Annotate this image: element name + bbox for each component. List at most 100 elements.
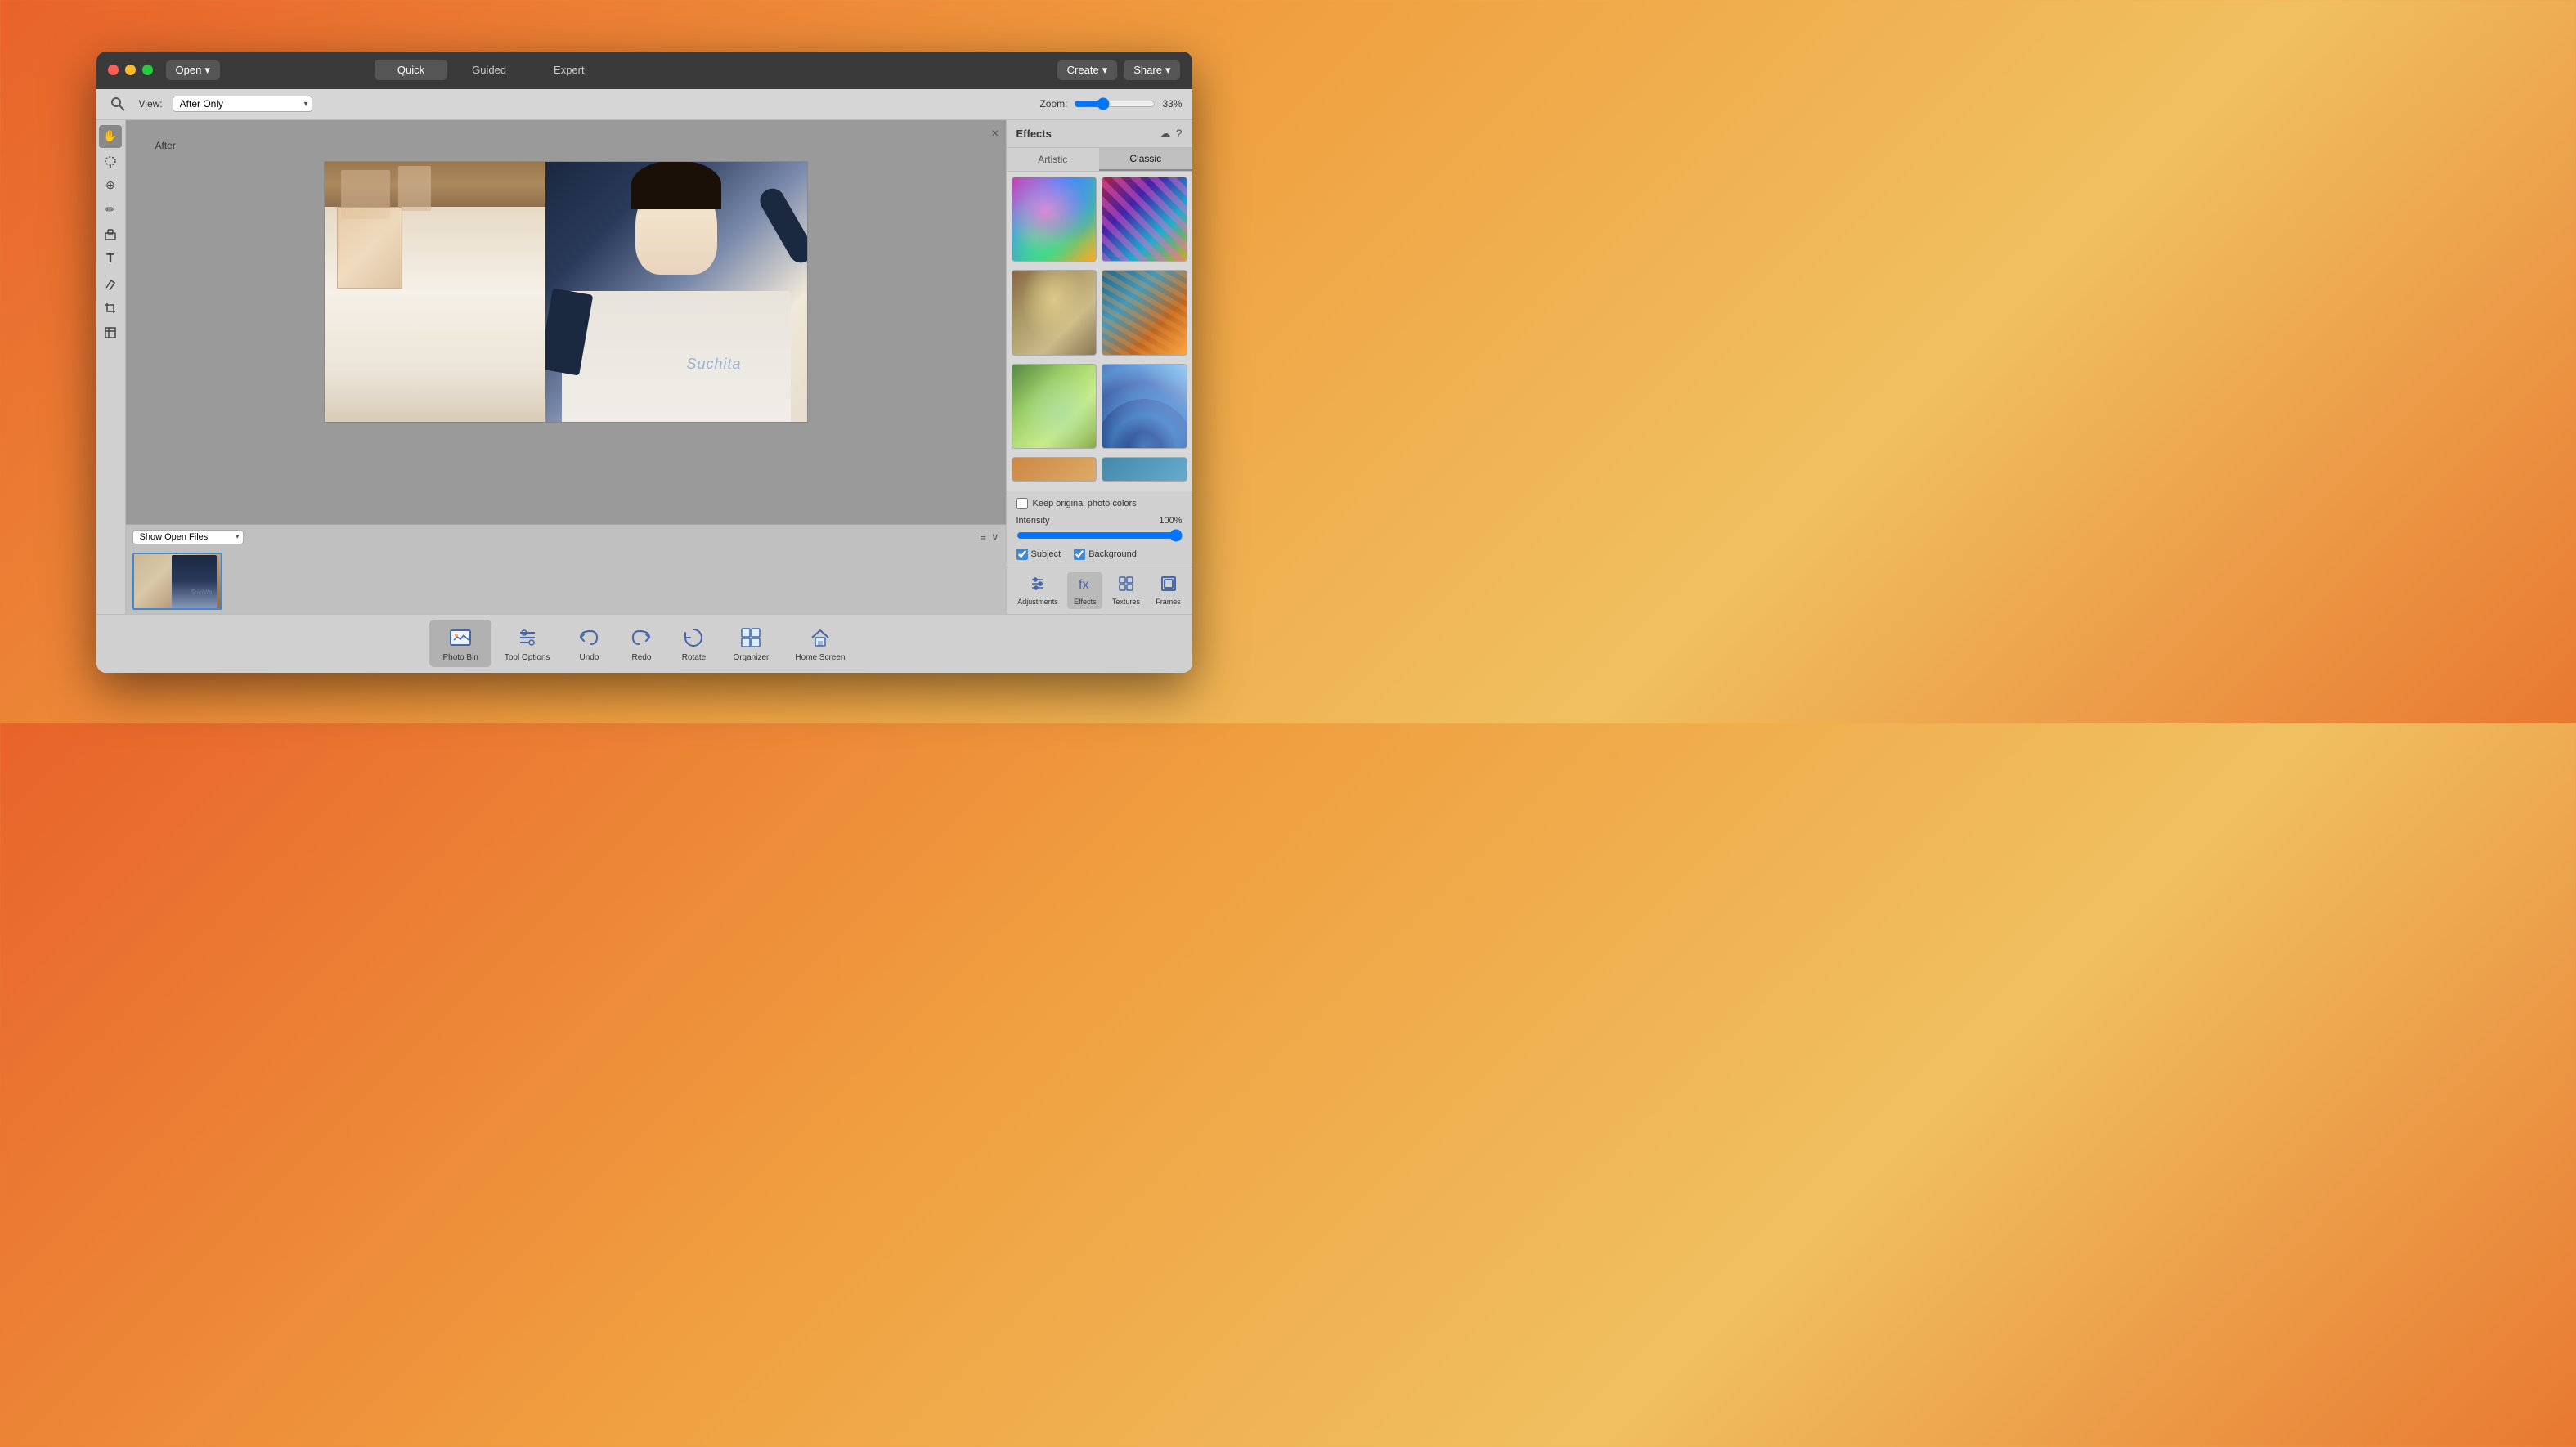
- style-tabs: Artistic Classic: [1007, 148, 1192, 172]
- title-bar-tabs: Quick Guided Expert: [375, 60, 608, 80]
- bottom-tool-organizer[interactable]: Organizer: [720, 620, 782, 667]
- tool-options-icon: [514, 625, 541, 651]
- canvas-close-button[interactable]: ×: [991, 127, 999, 141]
- effect-item-1[interactable]: [1012, 177, 1097, 262]
- effect-item-5[interactable]: [1012, 364, 1097, 450]
- after-label: After: [155, 140, 176, 151]
- filmstrip-select-wrap: Show Open Files Show Organizer Files: [132, 530, 244, 544]
- keep-colors-label: Keep original photo colors: [1033, 499, 1137, 508]
- eraser-tool[interactable]: [99, 272, 122, 295]
- zoom-label: Zoom:: [1039, 98, 1067, 110]
- effect-item-2[interactable]: [1102, 177, 1187, 262]
- effect-item-8[interactable]: [1102, 457, 1187, 482]
- effects-grid: [1007, 172, 1192, 491]
- effects-icon: fx: [1077, 576, 1093, 596]
- textures-label: Textures: [1112, 598, 1140, 606]
- transform-tool[interactable]: [99, 321, 122, 344]
- filmstrip-list-icon[interactable]: ≡: [980, 531, 986, 543]
- maximize-button[interactable]: [142, 65, 153, 75]
- redo-label: Redo: [632, 653, 652, 662]
- brush-tool[interactable]: ✏: [99, 199, 122, 222]
- canvas-area: × After: [126, 120, 1006, 614]
- photo-frame: Suchita: [324, 161, 808, 423]
- bottom-tool-options[interactable]: Tool Options: [491, 620, 563, 667]
- filmstrip-expand-icon[interactable]: ∨: [991, 531, 999, 544]
- thumbnail-item[interactable]: Suchita: [132, 553, 222, 610]
- background-checkbox[interactable]: [1074, 549, 1085, 560]
- panel-tool-adjustments[interactable]: Adjustments: [1011, 572, 1065, 609]
- title-bar: Open ▾ Quick Guided Expert Create ▾ Shar…: [96, 52, 1192, 89]
- create-button[interactable]: Create ▾: [1057, 60, 1118, 80]
- undo-label: Undo: [580, 653, 599, 662]
- filmstrip-content: Suchita: [126, 549, 1006, 614]
- title-bar-controls: Open ▾: [166, 60, 220, 80]
- zoom-slider[interactable]: [1074, 97, 1156, 110]
- panel-cloud-icon[interactable]: ☁: [1160, 127, 1171, 141]
- filmstrip-toolbar: Show Open Files Show Organizer Files ≡ ∨: [126, 525, 1006, 549]
- bottom-tool-photo-bin[interactable]: Photo Bin: [429, 620, 491, 667]
- svg-text:fx: fx: [1079, 578, 1088, 592]
- tab-artistic[interactable]: Artistic: [1007, 148, 1100, 171]
- close-button[interactable]: [108, 65, 119, 75]
- bottom-tool-undo[interactable]: Undo: [563, 620, 615, 667]
- redo-icon: [628, 625, 654, 651]
- undo-icon: [576, 625, 602, 651]
- right-panel-bottom: Keep original photo colors Intensity 100…: [1007, 491, 1192, 567]
- text-tool[interactable]: T: [99, 248, 122, 271]
- thumbnail-image: Suchita: [134, 554, 221, 608]
- share-button[interactable]: Share ▾: [1124, 60, 1180, 80]
- photo-bin-icon: [447, 625, 473, 651]
- effect-item-7[interactable]: [1012, 457, 1097, 482]
- organizer-icon: [738, 625, 764, 651]
- right-panel-header: Effects ☁ ?: [1007, 120, 1192, 148]
- frames-icon: [1160, 576, 1177, 596]
- intensity-row: Intensity 100%: [1016, 516, 1183, 526]
- home-icon: [807, 625, 833, 651]
- keep-colors-checkbox[interactable]: [1016, 498, 1028, 509]
- panel-tool-effects[interactable]: fx Effects: [1067, 572, 1102, 609]
- adjustments-label: Adjustments: [1017, 598, 1058, 606]
- photo-placeholder: Suchita: [325, 162, 807, 422]
- app-window: Open ▾ Quick Guided Expert Create ▾ Shar…: [96, 52, 1192, 673]
- effect-item-3[interactable]: [1012, 270, 1097, 356]
- keep-colors-row: Keep original photo colors: [1016, 498, 1183, 509]
- bottom-tool-redo[interactable]: Redo: [615, 620, 667, 667]
- zoom-area: Zoom: 33%: [1039, 97, 1182, 110]
- subject-checkbox[interactable]: [1016, 549, 1028, 560]
- tool-options-label: Tool Options: [505, 653, 550, 662]
- open-label: Open: [176, 64, 202, 76]
- tab-classic[interactable]: Classic: [1099, 148, 1192, 171]
- panel-tool-frames[interactable]: Frames: [1149, 572, 1187, 609]
- right-panel: Effects ☁ ? Artistic Classic: [1006, 120, 1192, 614]
- panel-tool-textures[interactable]: Textures: [1106, 572, 1147, 609]
- target-tool[interactable]: ⊕: [99, 174, 122, 197]
- stamp-tool[interactable]: [99, 223, 122, 246]
- tab-expert[interactable]: Expert: [531, 60, 608, 80]
- hand-tool[interactable]: ✋: [99, 125, 122, 148]
- intensity-value: 100%: [1159, 516, 1182, 526]
- bottom-tool-rotate[interactable]: Rotate: [667, 620, 720, 667]
- effect-item-6[interactable]: [1102, 364, 1187, 450]
- open-button[interactable]: Open ▾: [166, 60, 220, 80]
- tab-guided[interactable]: Guided: [449, 60, 529, 80]
- effect-item-4[interactable]: [1102, 270, 1187, 356]
- view-select-wrap: After Only Before Only Before & After - …: [173, 96, 312, 112]
- view-select[interactable]: After Only Before Only Before & After - …: [173, 96, 312, 112]
- search-icon[interactable]: [106, 92, 129, 115]
- view-label: View:: [139, 98, 163, 110]
- photo-bin-label: Photo Bin: [442, 653, 478, 662]
- bottom-tool-home[interactable]: Home Screen: [782, 620, 858, 667]
- minimize-button[interactable]: [125, 65, 136, 75]
- tab-quick[interactable]: Quick: [375, 60, 447, 80]
- panel-help-icon[interactable]: ?: [1176, 127, 1183, 141]
- organizer-label: Organizer: [733, 653, 769, 662]
- intensity-slider[interactable]: [1016, 529, 1183, 542]
- frames-label: Frames: [1156, 598, 1181, 606]
- crop-tool[interactable]: [99, 297, 122, 320]
- textures-icon: [1118, 576, 1134, 596]
- lasso-tool[interactable]: [99, 150, 122, 172]
- canvas-content: × After: [126, 120, 1006, 524]
- intensity-label: Intensity: [1016, 516, 1050, 526]
- panel-bottom-tools: Adjustments fx Effects: [1007, 567, 1192, 614]
- show-open-files-select[interactable]: Show Open Files Show Organizer Files: [132, 530, 244, 544]
